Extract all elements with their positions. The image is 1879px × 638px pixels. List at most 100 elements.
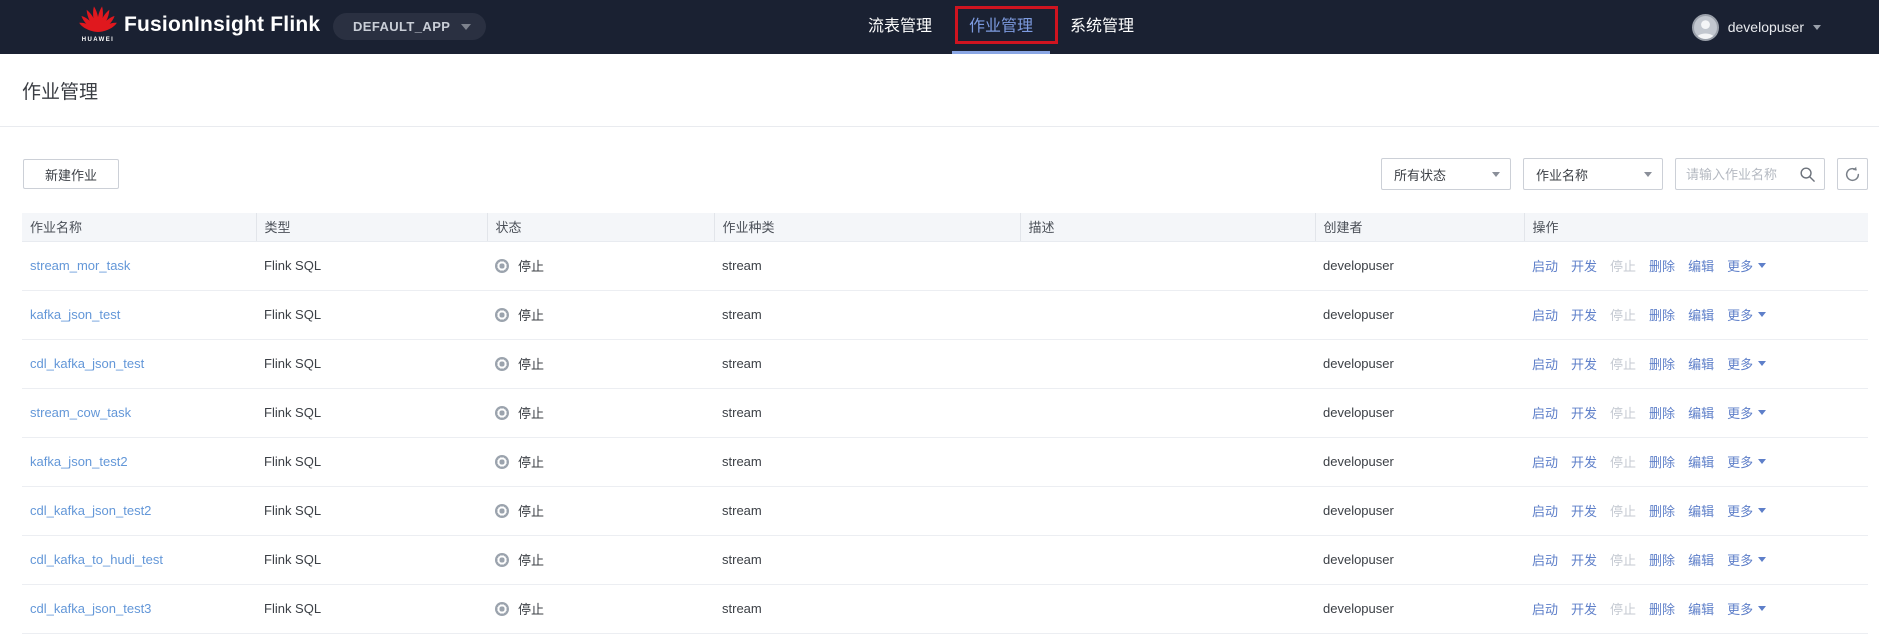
status-label: 停止 (518, 553, 545, 568)
develop-action[interactable]: 开发 (1571, 403, 1597, 422)
stop-action: 停止 (1610, 308, 1637, 323)
status-label: 停止 (518, 602, 545, 617)
more-action-label: 更多 (1727, 406, 1754, 421)
stop-action: 停止 (1610, 602, 1637, 617)
main-nav: 流表管理 作业管理 系统管理 (868, 0, 1134, 54)
delete-action[interactable]: 删除 (1649, 501, 1675, 520)
more-action[interactable]: 更多 (1727, 452, 1767, 471)
edit-action[interactable]: 编辑 (1688, 403, 1714, 422)
nav-item-stream-table-mgmt[interactable]: 流表管理 (868, 0, 932, 54)
table-row: cdl_kafka_json_test2 Flink SQL 停止 stream… (22, 486, 1868, 536)
app-selector-value: DEFAULT_APP (353, 19, 451, 34)
job-creator: developuser (1323, 454, 1394, 469)
delete-action[interactable]: 删除 (1649, 550, 1675, 569)
delete-action[interactable]: 删除 (1649, 256, 1675, 275)
develop-action[interactable]: 开发 (1571, 599, 1597, 618)
search-field-select[interactable]: 作业名称 (1523, 158, 1663, 190)
edit-action[interactable]: 编辑 (1688, 550, 1714, 569)
chevron-down-icon (1758, 557, 1767, 562)
more-action[interactable]: 更多 (1727, 403, 1767, 422)
delete-action[interactable]: 删除 (1649, 403, 1675, 422)
job-name-link[interactable]: cdl_kafka_json_test2 (30, 503, 151, 518)
edit-action[interactable]: 编辑 (1688, 501, 1714, 520)
start-action[interactable]: 启动 (1532, 354, 1558, 373)
job-type: Flink SQL (264, 454, 322, 469)
start-action[interactable]: 启动 (1532, 403, 1558, 422)
chevron-down-icon (1758, 410, 1767, 415)
status-stopped-icon (495, 454, 509, 469)
edit-action[interactable]: 编辑 (1688, 452, 1714, 471)
refresh-icon (1845, 166, 1860, 181)
more-action[interactable]: 更多 (1727, 550, 1767, 569)
job-type: Flink SQL (264, 601, 322, 616)
develop-action[interactable]: 开发 (1571, 550, 1597, 569)
job-kind: stream (722, 552, 762, 567)
start-action[interactable]: 启动 (1532, 305, 1558, 324)
status-stopped-icon (495, 258, 509, 273)
delete-action[interactable]: 删除 (1649, 354, 1675, 373)
huawei-logo: HUAWEI (76, 6, 120, 43)
edit-action[interactable]: 编辑 (1688, 256, 1714, 275)
chevron-down-icon (1758, 606, 1767, 611)
job-name-link[interactable]: cdl_kafka_json_test3 (30, 601, 151, 616)
search-field-value: 作业名称 (1536, 167, 1589, 183)
table-row: stream_mor_task Flink SQL 停止 stream deve… (22, 241, 1868, 291)
edit-action[interactable]: 编辑 (1688, 305, 1714, 324)
job-name-link[interactable]: kafka_json_test2 (30, 454, 128, 469)
start-action[interactable]: 启动 (1532, 550, 1558, 569)
status-stopped-icon (495, 552, 509, 567)
stop-action: 停止 (1610, 455, 1637, 470)
user-menu[interactable]: developuser (1691, 0, 1821, 54)
status-filter-select[interactable]: 所有状态 (1381, 158, 1511, 190)
job-type: Flink SQL (264, 258, 322, 273)
status-label: 停止 (518, 259, 545, 274)
top-navbar: HUAWEI FusionInsight Flink DEFAULT_APP 流… (0, 0, 1879, 54)
job-name-link[interactable]: stream_cow_task (30, 405, 131, 420)
table-row: kafka_json_test Flink SQL 停止 stream deve… (22, 290, 1868, 340)
nav-item-job-mgmt[interactable]: 作业管理 (952, 0, 1051, 54)
job-search-input[interactable] (1686, 166, 1799, 182)
delete-action[interactable]: 删除 (1649, 305, 1675, 324)
table-row: cdl_kafka_json_test3 Flink SQL 停止 stream… (22, 584, 1868, 634)
search-icon[interactable] (1799, 166, 1816, 183)
job-creator: developuser (1323, 258, 1394, 273)
status-stopped-icon (495, 307, 509, 322)
nav-item-label: 作业管理 (969, 18, 1034, 35)
start-action[interactable]: 启动 (1532, 501, 1558, 520)
more-action-label: 更多 (1727, 357, 1754, 372)
chevron-down-icon (1644, 171, 1652, 177)
more-action[interactable]: 更多 (1727, 305, 1767, 324)
more-action[interactable]: 更多 (1727, 501, 1767, 520)
job-table: 作业名称 类型 状态 作业种类 描述 创建者 操作 stream_mor_tas… (22, 213, 1868, 634)
more-action[interactable]: 更多 (1727, 256, 1767, 275)
develop-action[interactable]: 开发 (1571, 452, 1597, 471)
more-action[interactable]: 更多 (1727, 599, 1767, 618)
job-kind: stream (722, 454, 762, 469)
job-name-link[interactable]: kafka_json_test (30, 307, 120, 322)
job-name-link[interactable]: cdl_kafka_json_test (30, 356, 144, 371)
develop-action[interactable]: 开发 (1571, 256, 1597, 275)
job-name-link[interactable]: cdl_kafka_to_hudi_test (30, 552, 163, 567)
start-action[interactable]: 启动 (1532, 256, 1558, 275)
more-action[interactable]: 更多 (1727, 354, 1767, 373)
delete-action[interactable]: 删除 (1649, 452, 1675, 471)
more-action-label: 更多 (1727, 259, 1754, 274)
col-header-operations: 操作 (1523, 213, 1868, 242)
delete-action[interactable]: 删除 (1649, 599, 1675, 618)
new-job-button[interactable]: 新建作业 (23, 159, 119, 189)
app-selector-dropdown[interactable]: DEFAULT_APP (333, 13, 486, 40)
status-stopped-icon (495, 405, 509, 420)
develop-action[interactable]: 开发 (1571, 305, 1597, 324)
refresh-button[interactable] (1837, 158, 1868, 190)
job-kind: stream (722, 503, 762, 518)
job-name-link[interactable]: stream_mor_task (30, 258, 130, 273)
edit-action[interactable]: 编辑 (1688, 354, 1714, 373)
start-action[interactable]: 启动 (1532, 599, 1558, 618)
nav-item-system-mgmt[interactable]: 系统管理 (1070, 0, 1134, 54)
develop-action[interactable]: 开发 (1571, 501, 1597, 520)
huawei-wordmark: HUAWEI (81, 37, 115, 43)
develop-action[interactable]: 开发 (1571, 354, 1597, 373)
edit-action[interactable]: 编辑 (1688, 599, 1714, 618)
start-action[interactable]: 启动 (1532, 452, 1558, 471)
job-creator: developuser (1323, 552, 1394, 567)
